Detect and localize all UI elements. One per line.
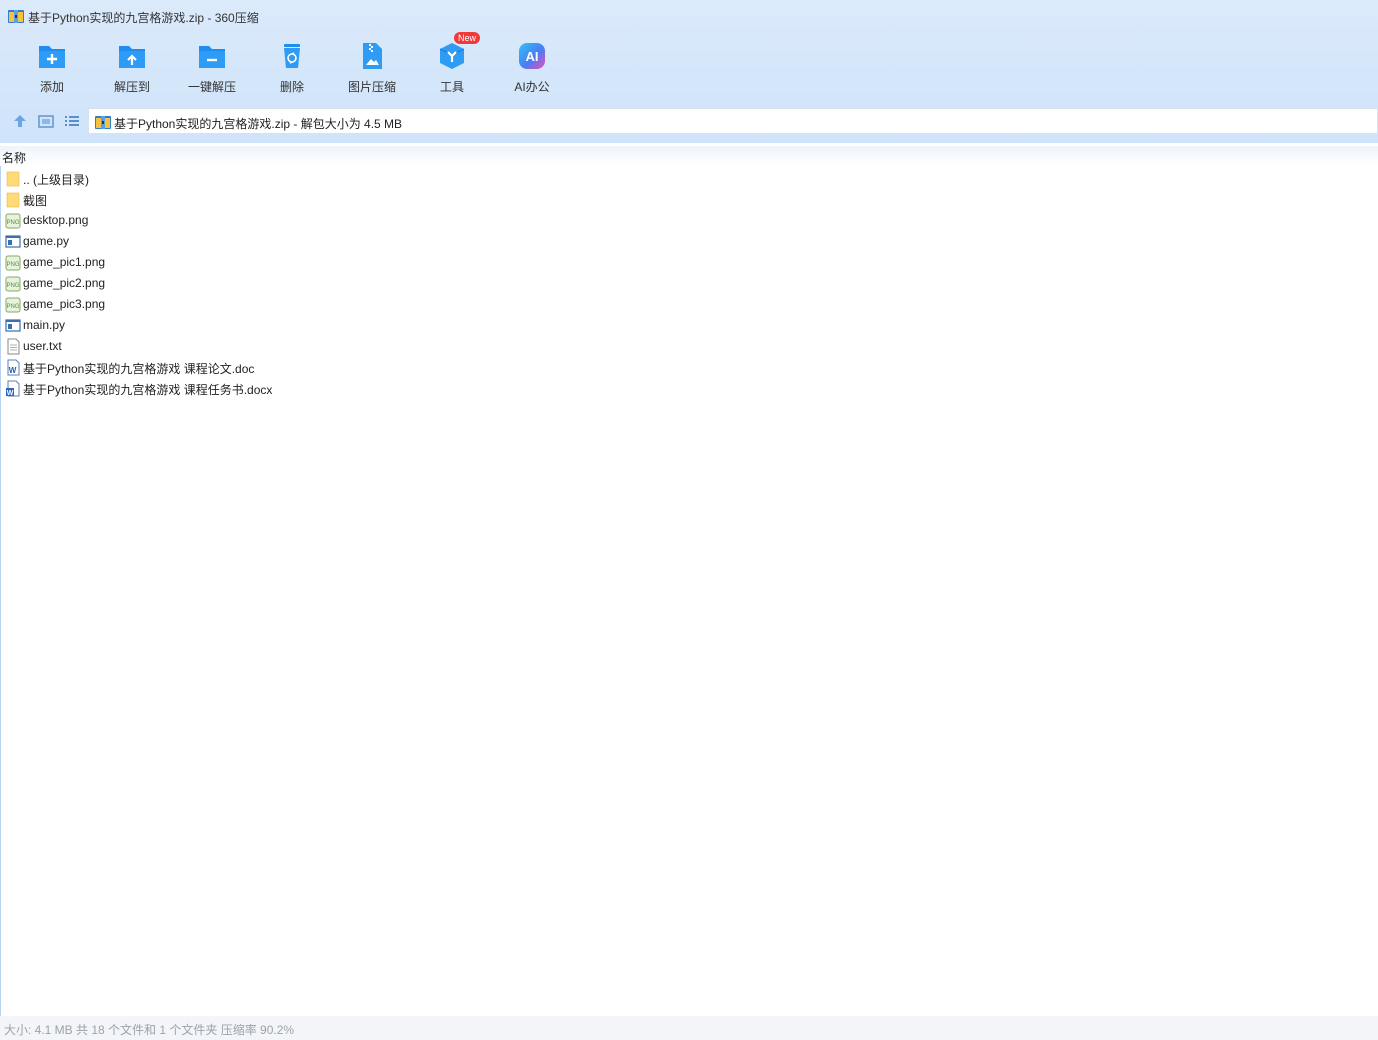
list-item[interactable]: PNG desktop.png	[0, 210, 600, 231]
png-file-icon: PNG	[5, 255, 21, 271]
list-item[interactable]: .. (上级目录)	[0, 168, 600, 189]
address-bar[interactable]: 基于Python实现的九宫格游戏.zip - 解包大小为 4.5 MB	[88, 108, 1378, 134]
svg-text:PNG: PNG	[6, 220, 19, 226]
file-name: 基于Python实现的九宫格游戏 课程任务书.docx	[23, 383, 273, 397]
list-item[interactable]: game.py	[0, 231, 600, 252]
add-label: 添加	[39, 80, 64, 94]
recycle-bin-icon	[284, 44, 300, 68]
text-file-icon	[7, 338, 20, 355]
file-name: 截图	[23, 194, 48, 208]
svg-text:W: W	[7, 390, 14, 397]
list-item[interactable]: PNG game_pic1.png	[0, 252, 600, 273]
file-name: 基于Python实现的九宫格游戏 课程论文.doc	[23, 362, 255, 376]
python-file-icon	[5, 319, 21, 332]
add-folder-icon	[39, 46, 65, 68]
ai-office-label: AI办公	[514, 80, 550, 94]
column-header: 名称	[0, 146, 1378, 166]
svg-text:AI: AI	[526, 49, 539, 64]
file-name: main.py	[23, 318, 66, 332]
list-item[interactable]: user.txt	[0, 336, 600, 357]
zip-file-icon	[95, 116, 111, 129]
list-item[interactable]: W 基于Python实现的九宫格游戏 课程任务书.docx	[0, 378, 600, 399]
extract-to-icon	[119, 46, 145, 68]
svg-text:PNG: PNG	[6, 262, 19, 268]
list-item[interactable]: PNG game_pic3.png	[0, 294, 600, 315]
word-docx-icon: W	[6, 380, 20, 397]
png-file-icon: PNG	[5, 213, 21, 229]
folder-icon	[6, 192, 20, 208]
navigation-bar: 基于Python实现的九宫格游戏.zip - 解包大小为 4.5 MB	[0, 106, 1378, 136]
image-compress-icon	[363, 43, 382, 69]
list-item[interactable]: main.py	[0, 315, 600, 336]
status-text: 大小: 4.1 MB 共 18 个文件和 1 个文件夹 压缩率 90.2%	[4, 1023, 295, 1037]
tools-button[interactable]: New 工具	[412, 32, 492, 98]
svg-text:W: W	[9, 366, 17, 375]
file-name: game_pic1.png	[23, 255, 106, 269]
one-click-extract-icon	[199, 46, 225, 68]
png-file-icon: PNG	[5, 297, 21, 313]
word-doc-icon: W	[7, 359, 20, 376]
title-bar: 基于Python实现的九宫格游戏.zip - 360压缩	[0, 0, 1378, 32]
file-name: game_pic3.png	[23, 297, 106, 311]
zip-app-icon	[8, 10, 24, 23]
extract-to-button[interactable]: 解压到	[92, 36, 172, 98]
svg-text:PNG: PNG	[6, 304, 19, 310]
window-title: 基于Python实现的九宫格游戏.zip - 360压缩	[28, 11, 259, 25]
image-compress-button[interactable]: 图片压缩	[332, 36, 412, 98]
column-header-name[interactable]: 名称	[2, 149, 26, 166]
delete-button[interactable]: 删除	[252, 36, 332, 98]
image-compress-label: 图片压缩	[347, 80, 396, 94]
tools-label: 工具	[439, 80, 464, 94]
tools-cube-icon	[439, 43, 465, 69]
delete-label: 删除	[279, 80, 304, 94]
file-name: .. (上级目录)	[23, 173, 89, 187]
list-item[interactable]: 截图	[0, 189, 600, 210]
thumbnail-view-icon[interactable]	[37, 112, 55, 130]
folder-icon	[6, 171, 20, 187]
python-file-icon	[5, 235, 21, 248]
png-file-icon: PNG	[5, 276, 21, 292]
file-name: desktop.png	[23, 213, 89, 227]
ai-office-icon: AI	[519, 43, 545, 69]
new-badge: New	[454, 32, 481, 44]
one-click-extract-button[interactable]: 一键解压	[172, 36, 252, 98]
file-name: game.py	[23, 234, 70, 248]
top-area: 基于Python实现的九宫格游戏.zip - 360压缩 添加 解压到 一键解压…	[0, 0, 1378, 143]
add-button[interactable]: 添加	[12, 36, 92, 98]
ai-office-button[interactable]: AI AI办公	[492, 36, 572, 98]
up-arrow-icon[interactable]	[11, 112, 29, 130]
file-name: user.txt	[23, 339, 62, 353]
list-view-icon[interactable]	[63, 112, 81, 130]
list-item[interactable]: PNG game_pic2.png	[0, 273, 600, 294]
svg-text:PNG: PNG	[6, 283, 19, 289]
extract-to-label: 解压到	[113, 80, 150, 94]
file-name: game_pic2.png	[23, 276, 106, 290]
status-bar: 大小: 4.1 MB 共 18 个文件和 1 个文件夹 压缩率 90.2%	[0, 1016, 1378, 1040]
one-click-extract-label: 一键解压	[187, 80, 236, 94]
list-item[interactable]: W 基于Python实现的九宫格游戏 课程论文.doc	[0, 357, 600, 378]
address-text: 基于Python实现的九宫格游戏.zip - 解包大小为 4.5 MB	[114, 117, 403, 131]
